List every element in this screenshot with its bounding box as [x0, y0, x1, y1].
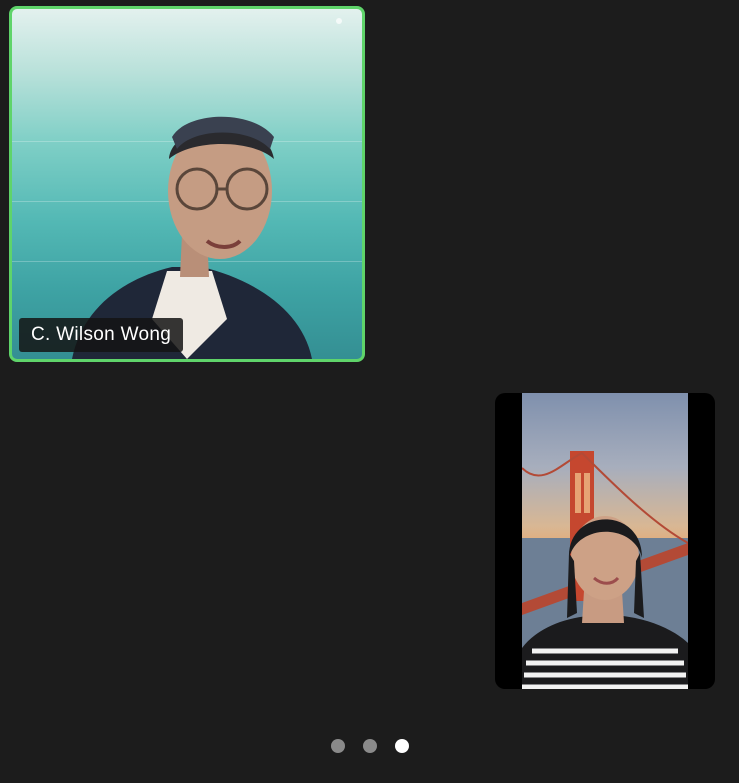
more-icon[interactable] — [336, 18, 342, 24]
video-tile-participant[interactable] — [495, 393, 715, 689]
participant-video-feed — [72, 116, 312, 359]
page-dot-2[interactable] — [362, 739, 377, 753]
participant-name-label: C. Wilson Wong — [19, 318, 184, 352]
video-tile-active-speaker[interactable]: C. Wilson Wong — [9, 6, 365, 362]
page-dot-1[interactable] — [330, 739, 345, 753]
participant-video-feed — [522, 393, 688, 689]
page-indicator — [0, 739, 739, 755]
page-dot-3-active[interactable] — [394, 739, 409, 753]
